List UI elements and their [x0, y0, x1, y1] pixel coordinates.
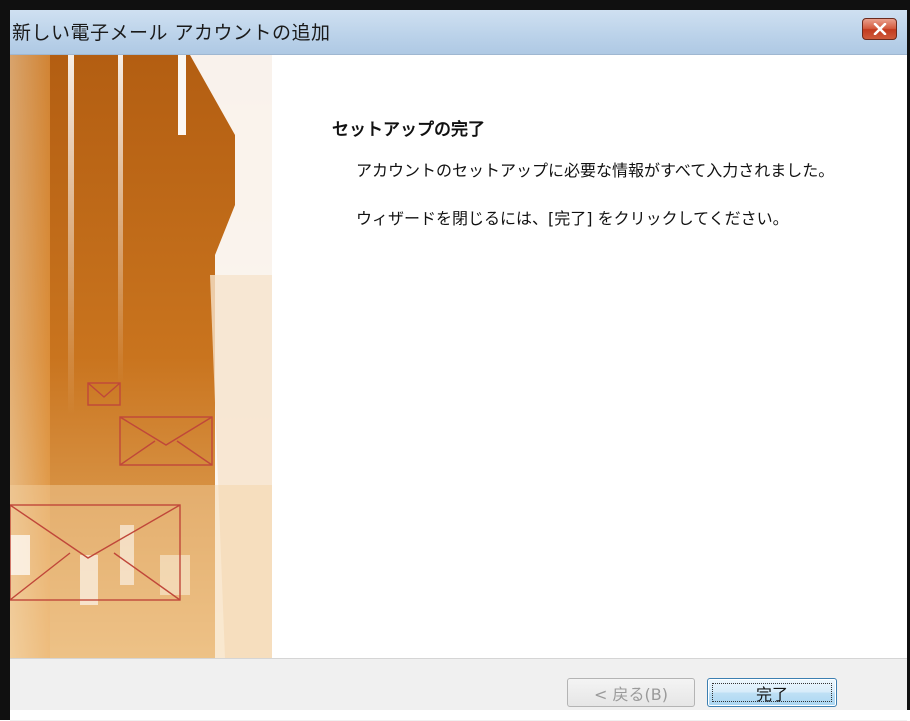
wizard-content: セットアップの完了 アカウントのセットアップに必要な情報がすべて入力されました。… [10, 55, 907, 658]
focus-rect [712, 683, 832, 702]
close-instruction-message: ウィザードを閉じるには、[完了] をクリックしてください。 [356, 209, 789, 228]
wizard-window: 新しい電子メール アカウントの追加 セットアップの完了 アカウントのセットアップ… [0, 0, 910, 721]
close-button[interactable] [862, 18, 897, 40]
back-button[interactable]: < 戻る(B) [567, 678, 695, 707]
window-bottom-edge [10, 710, 910, 720]
window-title: 新しい電子メール アカウントの追加 [12, 22, 331, 44]
title-bar[interactable]: 新しい電子メール アカウントの追加 [10, 10, 907, 55]
setup-complete-message: アカウントのセットアップに必要な情報がすべて入力されました。 [356, 161, 835, 180]
envelope-banner-art [10, 55, 272, 658]
finish-button[interactable]: 完了 [707, 678, 837, 707]
close-icon [873, 23, 886, 35]
mail-banner-image [10, 55, 272, 658]
page-heading: セットアップの完了 [332, 120, 485, 140]
